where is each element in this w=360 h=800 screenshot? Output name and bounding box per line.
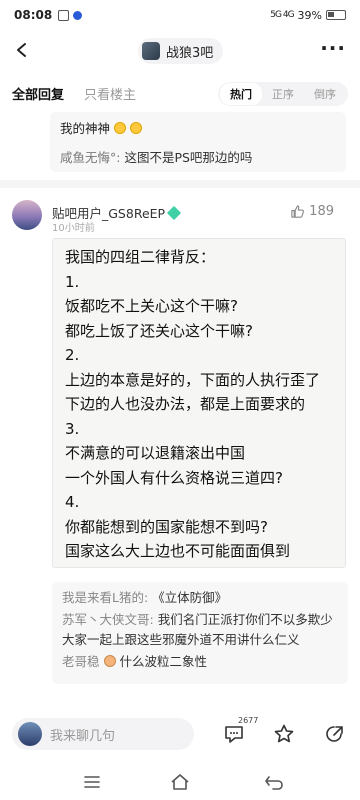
forum-title-pill[interactable]: 战狼3吧 [138, 38, 224, 64]
post-timestamp: 10小时前 [52, 223, 95, 234]
star-icon [274, 724, 294, 743]
sub-reply-text: 这图不是PS吧那边的吗 [124, 150, 253, 165]
post-image-line: 不满意的可以退籍滚出中国 [65, 444, 246, 462]
post-image-line: 你都能想到的国家能想不到吗? [65, 517, 268, 536]
home-button[interactable] [168, 772, 192, 792]
avatar [18, 722, 42, 746]
sub-reply-text: 《立体防御》 [152, 590, 228, 605]
status-right: 5G 4G 39% [270, 9, 346, 22]
post-image-line: 4. [65, 493, 80, 511]
sub-reply: 我是来看L猪的: 《立体防御》 [62, 588, 338, 608]
avatar[interactable] [12, 200, 42, 230]
sub-reply: 咸鱼无悔°: 这图不是PS吧那边的吗 [60, 147, 336, 166]
emoji-icon [114, 121, 127, 134]
section-divider [0, 180, 360, 188]
post-image-line: 国家这么大上边也不可能面面俱到 [65, 542, 291, 560]
sort-segmented-control: 热门 正序 倒序 [218, 82, 348, 106]
sub-reply-user[interactable]: 咸鱼无悔°: [60, 150, 120, 165]
post-image-line: 2. [65, 346, 80, 364]
previous-reply-line: 我的神神 [60, 118, 336, 137]
post-image-line: 饭都吃不上关心这个干嘛? [65, 297, 238, 315]
thumbs-up-icon [291, 205, 305, 218]
system-nav-bar [0, 764, 360, 800]
status-time: 08:08 [14, 8, 53, 22]
sort-hot-button[interactable]: 热门 [220, 83, 262, 105]
app-notification-icon [73, 10, 83, 20]
chevron-left-icon [17, 43, 26, 57]
previous-reply-block[interactable]: 我的神神 咸鱼无悔°: 这图不是PS吧那边的吗 [50, 112, 346, 172]
post-image-line: 1. [65, 272, 80, 291]
sort-ascending-button[interactable]: 正序 [262, 83, 304, 105]
sub-replies-block[interactable]: 我是来看L猪的: 《立体防御》 苏军丶大侠文哥: 我们名门正派打你们不以多欺少 … [52, 582, 348, 684]
post-image-line: 上边的本意是好的，下面的人执行歪了 [65, 370, 321, 389]
filter-row: 全部回复 只看楼主 热门 正序 倒序 [0, 78, 360, 108]
post-image-line: 一个外国人有什么资格说三道四? [65, 468, 283, 487]
sub-reply-user[interactable]: 我是来看L猪的: [62, 590, 148, 605]
emoji-icon [103, 655, 116, 667]
emoji-icon [130, 121, 143, 134]
back-button[interactable] [10, 38, 34, 62]
gallery-notification-icon [58, 9, 70, 21]
top-nav: 战狼3吧 ··· [0, 30, 360, 72]
forum-name: 战狼3吧 [166, 45, 214, 61]
menu-button[interactable] [80, 772, 104, 792]
share-button[interactable] [322, 722, 346, 746]
battery-icon [326, 10, 346, 20]
sub-reply-user[interactable]: 老哥稳 [62, 654, 100, 669]
reply-input-placeholder: 我来聊几句 [50, 728, 116, 744]
status-bar: 08:08 5G 4G 39% [0, 0, 360, 30]
sort-descending-button[interactable]: 倒序 [304, 83, 346, 105]
post-image-line: 下边的人也没办法，都是上面要求的 [65, 395, 306, 413]
sub-reply-user[interactable]: 苏军丶大侠文哥: [62, 612, 154, 627]
forum-avatar [142, 42, 160, 60]
gem-badge-icon [167, 205, 182, 220]
tab-owner-only[interactable]: 只看楼主 [84, 84, 136, 103]
reply-input[interactable]: 我来聊几句 [12, 718, 194, 750]
sub-reply: 老哥稳 什么波粒二象性 [62, 652, 338, 672]
menu-icon [84, 776, 100, 788]
post-image-line: 我国的四组二律背反： [65, 248, 216, 266]
sub-reply-text: 什么波粒二象性 [119, 654, 207, 669]
tab-all-replies[interactable]: 全部回复 [12, 84, 64, 103]
back-nav-button[interactable] [262, 772, 286, 792]
previous-reply-text: 我的神神 [60, 121, 111, 136]
bottom-bar: 我来聊几句 2677 [0, 712, 360, 758]
comment-icon [225, 726, 243, 743]
battery-percent: 39% [297, 8, 322, 22]
post-image-line: 都吃上饭了还关心这个干嘛? [65, 321, 253, 340]
comment-button[interactable] [222, 722, 246, 746]
like-button[interactable]: 189 [290, 204, 334, 219]
post-image[interactable]: 我国的四组二律背反： 1. 饭都吃不上关心这个干嘛? 都吃上饭了还关心这个干嘛?… [52, 238, 346, 568]
sub-reply: 苏军丶大侠文哥: 我们名门正派打你们不以多欺少 大家一起上跟这些邪魔外道不用讲什… [62, 610, 338, 650]
return-icon [265, 776, 283, 790]
signal-icon: 5G 4G [270, 10, 294, 20]
more-options-button[interactable]: ··· [320, 36, 346, 60]
share-icon [326, 726, 343, 742]
post-image-line: 3. [65, 419, 80, 438]
like-count: 189 [309, 204, 334, 219]
favorite-button[interactable] [272, 722, 296, 746]
home-icon [171, 774, 189, 790]
